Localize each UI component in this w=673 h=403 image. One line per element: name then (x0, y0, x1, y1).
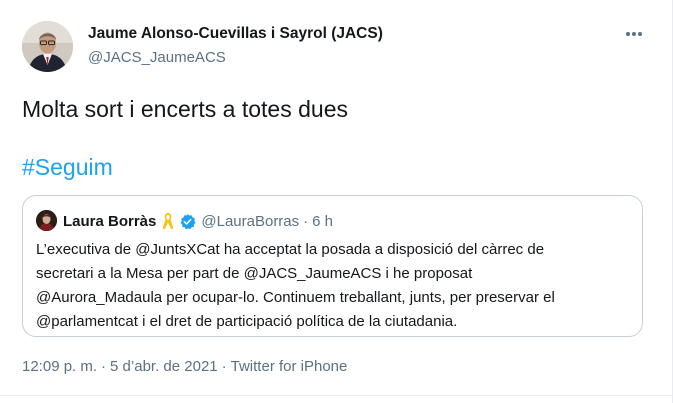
quoted-author-name[interactable]: Laura Borràs (63, 213, 156, 230)
more-options-button[interactable] (622, 22, 646, 46)
hashtag-link[interactable]: #Seguim (22, 154, 113, 181)
quoted-text-line: L’executiva de @JuntsXCat ha acceptat la… (36, 241, 545, 258)
meta-separator: · (101, 358, 107, 375)
divider (0, 395, 673, 396)
meta-separator: · (221, 358, 227, 375)
author-name[interactable]: Jaume Alonso-Cuevillas i Sayrol (JACS) (88, 25, 383, 43)
quoted-author-avatar[interactable] (36, 210, 57, 231)
tweet-text: Molta sort i encerts a totes dues (22, 96, 348, 122)
author-avatar[interactable] (22, 21, 73, 72)
quoted-text-line: @Aurora_Madaula per ocupar-lo. Continuem… (36, 289, 555, 306)
more-horizontal-icon (626, 32, 642, 36)
tweet-meta: 12:09 p. m. · 5 d’abr. de 2021 · Twitter for… (22, 358, 347, 375)
quoted-tweet[interactable]: Laura Borràs @LauraBorras · 6 h L’execut… (22, 195, 643, 337)
tweet-date[interactable]: 5 d’abr. de 2021 (110, 358, 218, 375)
quoted-text: L’executiva de @JuntsXCat ha acceptat la… (36, 238, 636, 334)
author-handle[interactable]: @JACS_JaumeACS (88, 49, 226, 66)
quoted-text-line: @parlamentcat i el dret de participació … (36, 313, 458, 330)
quoted-timestamp[interactable]: 6 h (312, 213, 333, 230)
tweet-source[interactable]: Twitter for iPhone (231, 358, 348, 375)
tweet-time[interactable]: 12:09 p. m. (22, 358, 97, 375)
yellow-ribbon-icon (162, 213, 174, 229)
quoted-author-handle[interactable]: @LauraBorras (201, 213, 299, 230)
tweet-card: Jaume Alonso-Cuevillas i Sayrol (JACS) @… (0, 0, 673, 403)
verified-badge-icon (180, 213, 196, 229)
quoted-header: Laura Borràs @LauraBorras · 6 h (63, 212, 333, 230)
quoted-text-line: secretari a la Mesa per part de @JACS_Ja… (36, 265, 473, 282)
quoted-separator: · (303, 212, 309, 230)
